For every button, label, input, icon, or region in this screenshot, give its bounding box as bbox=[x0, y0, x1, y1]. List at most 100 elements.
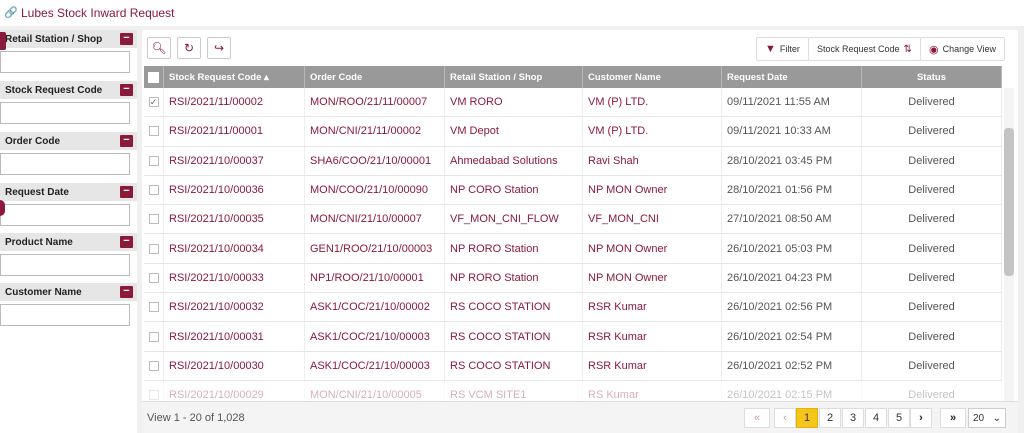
table-row[interactable]: RSI/2021/10/00030 ASK1/COC/21/10/00003 RS … bbox=[144, 351, 1002, 381]
table-row[interactable]: RSI/2021/10/00033 NP1/ROO/21/10/00001 NP R… bbox=[144, 263, 1002, 294]
table-row[interactable]: RSI/2021/10/00029 MON/CNI/21/10/00005 RS V… bbox=[144, 380, 1002, 401]
row-select[interactable] bbox=[144, 351, 164, 380]
cell-stock-request-code[interactable]: RSI/2021/10/00034 bbox=[164, 234, 305, 263]
collapse-icon[interactable]: − bbox=[120, 186, 133, 198]
page-button[interactable]: 5 bbox=[888, 408, 910, 428]
row-select[interactable] bbox=[144, 205, 164, 234]
cell-retail-station[interactable]: RS COCO STATION bbox=[445, 322, 583, 351]
row-select[interactable] bbox=[144, 380, 164, 401]
cell-request-date[interactable]: 09/11/2021 11:55 AM bbox=[722, 88, 862, 117]
cell-status[interactable]: Delivered bbox=[862, 380, 1002, 401]
row-checkbox[interactable] bbox=[148, 126, 159, 137]
row-checkbox[interactable] bbox=[148, 214, 159, 225]
row-select[interactable]: ✓ bbox=[144, 88, 164, 117]
page-button[interactable]: 1 bbox=[796, 408, 818, 428]
table-row[interactable]: RSI/2021/10/00037 SHA6/COO/21/10/00001 Ahm… bbox=[144, 146, 1002, 176]
cell-status[interactable]: Delivered bbox=[862, 263, 1002, 293]
filter-input[interactable] bbox=[0, 204, 130, 226]
row-select[interactable] bbox=[144, 117, 164, 146]
cell-stock-request-code[interactable]: RSI/2021/10/00036 bbox=[164, 175, 305, 205]
cell-request-date[interactable]: 26/10/2021 02:56 PM bbox=[722, 293, 862, 322]
row-select[interactable] bbox=[144, 322, 164, 351]
cell-stock-request-code[interactable]: RSI/2021/10/00033 bbox=[164, 263, 305, 293]
cell-order-code[interactable]: MON/CNI/21/10/00007 bbox=[305, 205, 445, 234]
cell-retail-station[interactable]: RS COCO STATION bbox=[445, 293, 583, 322]
cell-customer-name[interactable]: RSR Kumar bbox=[583, 351, 722, 380]
cell-request-date[interactable]: 09/11/2021 10:33 AM bbox=[722, 117, 862, 146]
filter-input[interactable] bbox=[0, 153, 130, 175]
cell-request-date[interactable]: 28/10/2021 01:56 PM bbox=[722, 175, 862, 205]
row-checkbox[interactable] bbox=[148, 185, 159, 196]
panel-expand-handle[interactable] bbox=[0, 200, 5, 216]
page-size-select[interactable]: 20 ⌄ bbox=[968, 408, 1006, 428]
page-button[interactable]: 2 bbox=[819, 408, 841, 428]
cell-customer-name[interactable]: RSR Kumar bbox=[583, 322, 722, 351]
cell-retail-station[interactable]: RS COCO STATION bbox=[445, 351, 583, 380]
cell-status[interactable]: Delivered bbox=[862, 205, 1002, 234]
cell-status[interactable]: Delivered bbox=[862, 117, 1002, 146]
cell-order-code[interactable]: MON/CNI/21/10/00005 bbox=[305, 380, 445, 401]
cell-order-code[interactable]: ASK1/COC/21/10/00003 bbox=[305, 351, 445, 380]
refresh-button[interactable]: ↻ bbox=[177, 37, 201, 59]
last-page-button[interactable]: » bbox=[940, 408, 966, 428]
row-select[interactable] bbox=[144, 263, 164, 293]
row-checkbox[interactable]: ✓ bbox=[148, 97, 159, 108]
cell-status[interactable]: Delivered bbox=[862, 146, 1002, 175]
cell-stock-request-code[interactable]: RSI/2021/10/00035 bbox=[164, 205, 305, 234]
cell-request-date[interactable]: 26/10/2021 02:15 PM bbox=[722, 380, 862, 401]
collapse-icon[interactable]: − bbox=[120, 286, 133, 298]
cell-customer-name[interactable]: VF_MON_CNI bbox=[583, 205, 722, 234]
cell-order-code[interactable]: NP1/ROO/21/10/00001 bbox=[305, 263, 445, 293]
sort-button[interactable]: Stock Request Code ⇅ bbox=[808, 37, 921, 61]
cell-stock-request-code[interactable]: RSI/2021/10/00029 bbox=[164, 380, 305, 401]
table-row[interactable]: RSI/2021/10/00035 MON/CNI/21/10/00007 VF_M… bbox=[144, 205, 1002, 235]
cell-order-code[interactable]: ASK1/COC/21/10/00003 bbox=[305, 322, 445, 351]
collapse-icon[interactable]: − bbox=[120, 236, 133, 248]
cell-retail-station[interactable]: Ahmedabad Solutions bbox=[445, 146, 583, 175]
table-row[interactable]: RSI/2021/10/00031 ASK1/COC/21/10/00003 RS … bbox=[144, 322, 1002, 352]
cell-customer-name[interactable]: VM (P) LTD. bbox=[583, 88, 722, 117]
header-customer-name[interactable]: Customer Name bbox=[583, 66, 722, 88]
row-checkbox[interactable] bbox=[148, 331, 159, 342]
cell-request-date[interactable]: 27/10/2021 08:50 AM bbox=[722, 205, 862, 234]
row-checkbox[interactable] bbox=[148, 302, 159, 313]
filter-input[interactable] bbox=[0, 254, 130, 276]
cell-customer-name[interactable]: NP MON Owner bbox=[583, 175, 722, 205]
table-row[interactable]: RSI/2021/10/00036 MON/COO/21/10/00090 NP C… bbox=[144, 175, 1002, 206]
cell-customer-name[interactable]: RSR Kumar bbox=[583, 293, 722, 322]
change-view-button[interactable]: ◉ Change View bbox=[920, 37, 1005, 61]
collapse-icon[interactable]: − bbox=[120, 135, 133, 147]
cell-status[interactable]: Delivered bbox=[862, 175, 1002, 205]
row-select[interactable] bbox=[144, 293, 164, 322]
select-all-checkbox[interactable] bbox=[148, 71, 159, 83]
cell-retail-station[interactable]: RS VCM SITE1 bbox=[445, 380, 583, 401]
cell-customer-name[interactable]: VM (P) LTD. bbox=[583, 117, 722, 146]
cell-order-code[interactable]: ASK1/COC/21/10/00002 bbox=[305, 293, 445, 322]
table-row[interactable]: ✓ RSI/2021/11/00002 MON/ROO/21/11/00007 VM … bbox=[144, 88, 1002, 118]
cell-order-code[interactable]: MON/ROO/21/11/00007 bbox=[305, 88, 445, 117]
cell-order-code[interactable]: MON/CNI/21/11/00002 bbox=[305, 117, 445, 146]
table-row[interactable]: RSI/2021/11/00001 MON/CNI/21/11/00002 VM D… bbox=[144, 117, 1002, 147]
cell-stock-request-code[interactable]: RSI/2021/11/00002 bbox=[164, 88, 305, 117]
search-button[interactable]: 🔍︎ bbox=[147, 37, 171, 59]
scrollbar-thumb[interactable] bbox=[1004, 128, 1014, 276]
cell-order-code[interactable]: SHA6/COO/21/10/00001 bbox=[305, 146, 445, 175]
cell-request-date[interactable]: 28/10/2021 03:45 PM bbox=[722, 146, 862, 175]
cell-request-date[interactable]: 26/10/2021 02:54 PM bbox=[722, 322, 862, 351]
header-status[interactable]: Status bbox=[862, 66, 1002, 88]
table-row[interactable]: RSI/2021/10/00032 ASK1/COC/21/10/00002 RS … bbox=[144, 293, 1002, 323]
cell-retail-station[interactable]: NP CORO Station bbox=[445, 175, 583, 205]
cell-status[interactable]: Delivered bbox=[862, 88, 1002, 117]
cell-order-code[interactable]: MON/COO/21/10/00090 bbox=[305, 175, 445, 205]
cell-stock-request-code[interactable]: RSI/2021/10/00031 bbox=[164, 322, 305, 351]
first-page-button[interactable]: « bbox=[744, 408, 770, 428]
cell-retail-station[interactable]: NP RORO Station bbox=[445, 234, 583, 263]
page-button[interactable]: 4 bbox=[865, 408, 887, 428]
cell-request-date[interactable]: 26/10/2021 02:52 PM bbox=[722, 351, 862, 380]
cell-stock-request-code[interactable]: RSI/2021/10/00037 bbox=[164, 146, 305, 175]
cell-request-date[interactable]: 26/10/2021 04:23 PM bbox=[722, 263, 862, 293]
cell-status[interactable]: Delivered bbox=[862, 234, 1002, 263]
cell-stock-request-code[interactable]: RSI/2021/10/00032 bbox=[164, 293, 305, 322]
cell-stock-request-code[interactable]: RSI/2021/11/00001 bbox=[164, 117, 305, 146]
row-checkbox[interactable] bbox=[148, 360, 159, 371]
